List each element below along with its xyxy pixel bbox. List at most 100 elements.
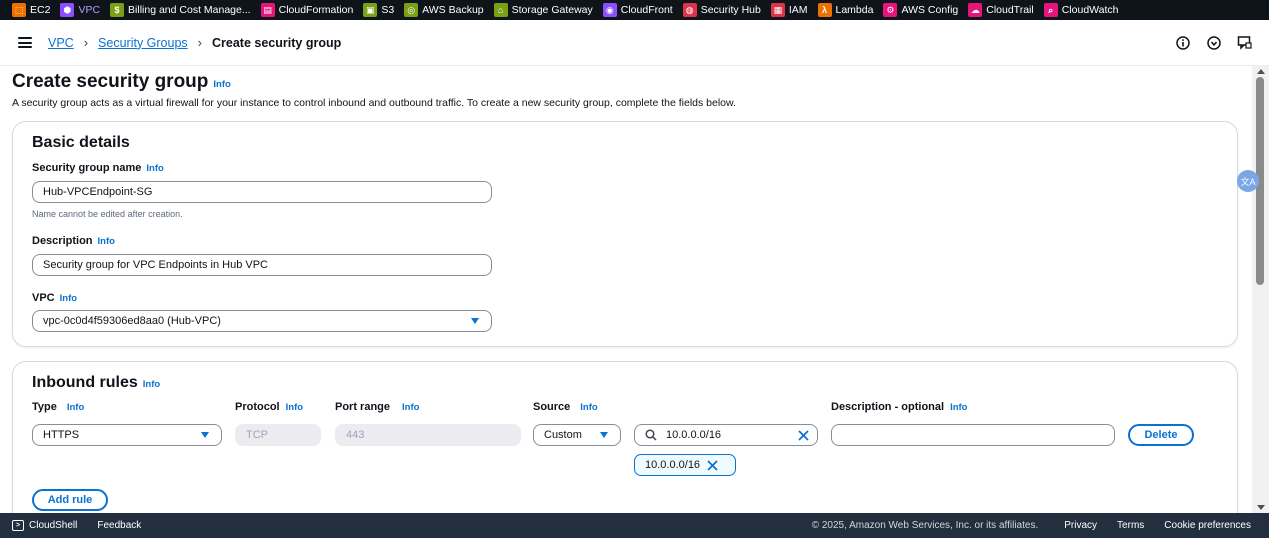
vpc-label-text: VPC [32, 292, 55, 304]
iam-icon: ▦ [770, 3, 785, 17]
scroll-up-icon[interactable] [1257, 69, 1265, 74]
favorite-label: Security Hub [700, 4, 761, 16]
cloudshell-icon[interactable]: > [12, 520, 24, 531]
inbound-rules-card: Inbound rules Info Type Info Protocol Info … [12, 361, 1238, 513]
favorite-cloudtrail[interactable]: ☁ CloudTrail [964, 0, 1039, 20]
favorite-ec2[interactable]: ⬚ EC2 [8, 0, 56, 20]
favorite-label: Lambda [835, 4, 874, 16]
notifications-icon[interactable] [1205, 34, 1222, 51]
backup-icon: ◎ [404, 3, 419, 17]
rule-protocol-field: TCP [235, 424, 321, 446]
favorite-s3[interactable]: ▣ S3 [359, 0, 400, 20]
description-input[interactable]: Security group for VPC Endpoints in Hub … [32, 254, 492, 276]
favorite-label: EC2 [30, 4, 51, 16]
source-token: 10.0.0.0/16 [634, 454, 736, 476]
privacy-link[interactable]: Privacy [1064, 520, 1097, 531]
favorite-label: CloudFront [620, 4, 673, 16]
description-info-link[interactable]: Info [98, 236, 115, 247]
s3-icon: ▣ [363, 3, 378, 17]
console-footer: > CloudShell Feedback © 2025, Amazon Web… [0, 513, 1269, 538]
security-group-name-label: Security group name Info [32, 162, 164, 174]
menu-icon[interactable] [18, 37, 32, 48]
translate-icon[interactable]: 文A [1237, 170, 1259, 192]
rule-source-search[interactable]: 10.0.0.0/16 [634, 424, 818, 446]
favorite-iam[interactable]: ▦ IAM [767, 0, 814, 20]
security-group-name-input[interactable]: Hub-VPCEndpoint-SG [32, 181, 492, 203]
vpc-select-value: vpc-0c0d4f59306ed8aa0 (Hub-VPC) [43, 315, 221, 327]
favorite-label: Storage Gateway [511, 4, 593, 16]
protocol-info-link[interactable]: Info [286, 402, 303, 413]
vpc-select[interactable]: vpc-0c0d4f59306ed8aa0 (Hub-VPC) [32, 310, 492, 332]
add-rule-button[interactable]: Add rule [32, 489, 108, 511]
remove-token-icon[interactable] [707, 459, 718, 471]
rule-description-input[interactable] [831, 424, 1115, 446]
col-source-text: Source [533, 401, 571, 413]
description-label: Description Info [32, 235, 115, 247]
favorite-label: Billing and Cost Manage... [128, 4, 251, 16]
cookie-preferences-link[interactable]: Cookie preferences [1164, 520, 1251, 531]
terms-link[interactable]: Terms [1117, 520, 1144, 531]
favorite-label: IAM [788, 4, 808, 16]
chevron-right-icon: › [197, 35, 203, 50]
rule-type-value: HTTPS [43, 429, 80, 441]
vpc-info-link[interactable]: Info [60, 293, 77, 304]
billing-icon: $ [110, 3, 125, 17]
col-protocol-label: Protocol Info [235, 401, 303, 413]
inbound-rules-title: Inbound rules Info [32, 374, 160, 392]
favorite-label: VPC [78, 4, 101, 16]
favorite-storage-gateway[interactable]: ⌂ Storage Gateway [490, 0, 599, 20]
breadcrumb-bar: VPC › Security Groups › Create security … [0, 20, 1269, 66]
caret-down-icon [600, 432, 608, 438]
page-title-text: Create security group [12, 71, 209, 92]
favorite-label: AWS Config [901, 4, 959, 16]
feedback-link[interactable]: Feedback [97, 520, 141, 531]
cloudformation-icon: ▤ [260, 3, 275, 17]
inbound-rules-title-text: Inbound rules [32, 374, 138, 391]
cloudshell-link[interactable]: CloudShell [29, 520, 77, 531]
favorite-cloudfront[interactable]: ◉ CloudFront [599, 0, 679, 20]
col-type-label: Type Info [32, 401, 84, 413]
source-info-link[interactable]: Info [580, 402, 597, 413]
info-icon[interactable] [1174, 34, 1191, 51]
col-port-label: Port range Info [335, 401, 419, 413]
favorite-backup[interactable]: ◎ AWS Backup [400, 0, 489, 20]
inbound-info-link[interactable]: Info [143, 379, 160, 390]
favorite-vpc[interactable]: ⬢ VPC [56, 0, 106, 20]
rule-type-select[interactable]: HTTPS [32, 424, 222, 446]
favorite-billing[interactable]: $ Billing and Cost Manage... [106, 0, 257, 20]
favorite-config[interactable]: ⚙ AWS Config [879, 0, 964, 20]
favorites-bar: ⬚ EC2 ⬢ VPC $ Billing and Cost Manage... ▤ Clou… [0, 0, 1269, 20]
cloudfront-icon: ◉ [602, 3, 617, 17]
caret-down-icon [201, 432, 209, 438]
col-port-text: Port range [335, 401, 391, 413]
favorite-label: CloudTrail [986, 4, 1034, 16]
page-description: A security group acts as a virtual firew… [12, 97, 736, 109]
favorite-label: AWS Backup [422, 4, 484, 16]
basic-details-card: Basic details Security group name Info Hu… [12, 121, 1238, 347]
rule-source-type-select[interactable]: Custom [533, 424, 621, 446]
rule-description-info-link[interactable]: Info [950, 402, 967, 413]
feedback-icon[interactable] [1236, 34, 1253, 51]
description-label-text: Description [32, 235, 93, 247]
delete-rule-button[interactable]: Delete [1128, 424, 1194, 446]
rule-port-field: 443 [335, 424, 521, 446]
basic-details-title: Basic details [32, 134, 130, 151]
favorite-cloudformation[interactable]: ▤ CloudFormation [257, 0, 360, 20]
favorite-security-hub[interactable]: ◍ Security Hub [679, 0, 767, 20]
favorite-lambda[interactable]: λ Lambda [814, 0, 880, 20]
port-info-link[interactable]: Info [402, 402, 419, 413]
col-description-text: Description - optional [831, 401, 945, 413]
breadcrumb-vpc[interactable]: VPC [48, 36, 74, 50]
type-info-link[interactable]: Info [67, 402, 84, 413]
page-info-link[interactable]: Info [213, 79, 230, 90]
page-scrollbar[interactable] [1252, 66, 1269, 513]
name-info-link[interactable]: Info [146, 163, 163, 174]
col-type-text: Type [32, 401, 57, 413]
scroll-down-icon[interactable] [1257, 505, 1265, 510]
breadcrumb-security-groups[interactable]: Security Groups [98, 36, 188, 50]
favorite-cloudwatch[interactable]: ⌕ CloudWatch [1040, 0, 1125, 20]
clear-icon[interactable] [798, 430, 809, 441]
breadcrumb-current: Create security group [212, 35, 342, 50]
cloudwatch-icon: ⌕ [1043, 3, 1058, 17]
search-icon [645, 429, 657, 441]
